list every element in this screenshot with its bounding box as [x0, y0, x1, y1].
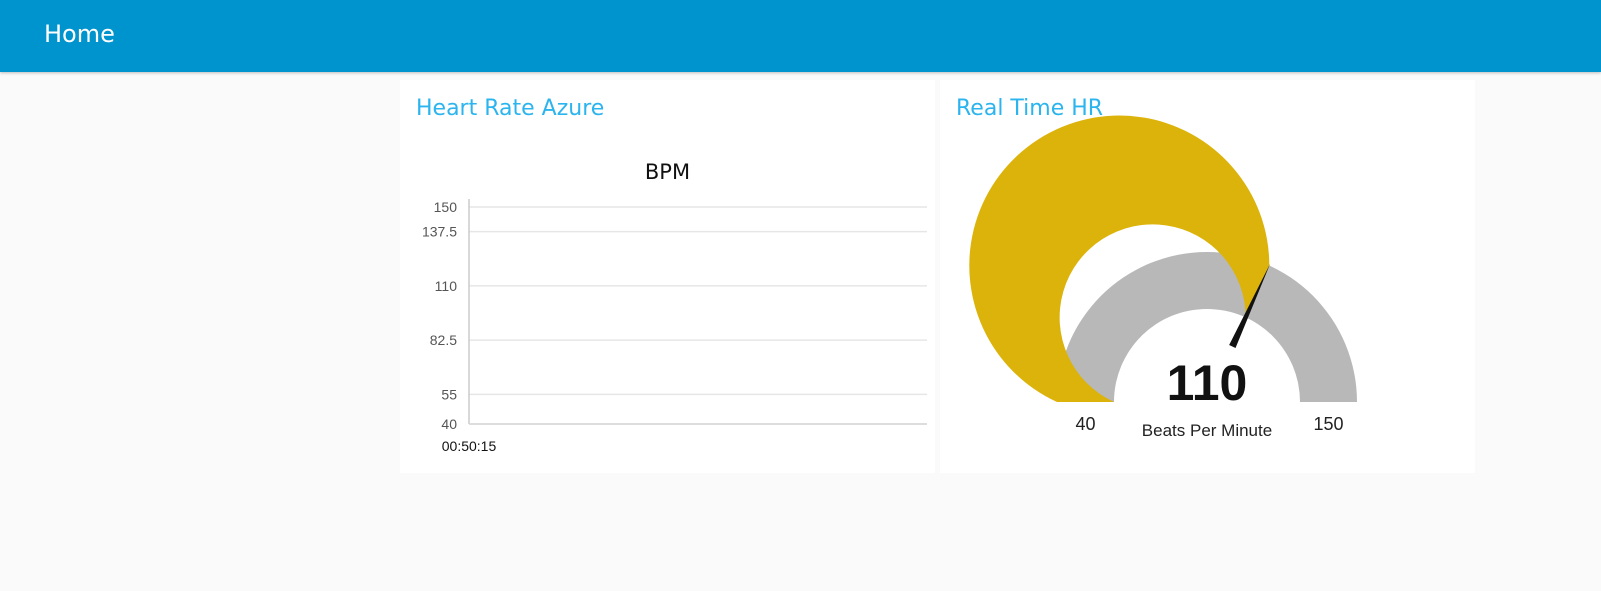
heart-rate-azure-card: Heart Rate Azure BPM 150 137.5 110 82.5 55 40… [400, 80, 935, 473]
bpm-line-chart: 150 137.5 110 82.5 55 40 00:50:15 [422, 199, 927, 454]
y-tick-label: 40 [441, 416, 457, 432]
gauge-units: Beats Per Minute [1142, 421, 1272, 440]
y-tick-label: 82.5 [430, 332, 457, 348]
x-tick-label: 00:50:15 [442, 438, 497, 454]
gauge-min-label: 40 [1075, 414, 1095, 434]
y-tick-label: 137.5 [422, 224, 457, 240]
gauge-value: 110 [1167, 355, 1248, 411]
top-bar: Home [0, 0, 1601, 72]
gauge-max-label: 150 [1313, 414, 1343, 434]
y-tick-label: 55 [441, 386, 457, 402]
page-title: Home [44, 20, 115, 48]
real-time-hr-card: Real Time HR BPM 110Beats Per Minute4015… [940, 80, 1475, 473]
y-tick-label: 110 [435, 278, 458, 294]
bpm-gauge: 110 Beats Per Minute 40 150 [969, 115, 1357, 440]
y-tick-label: 150 [434, 199, 458, 215]
